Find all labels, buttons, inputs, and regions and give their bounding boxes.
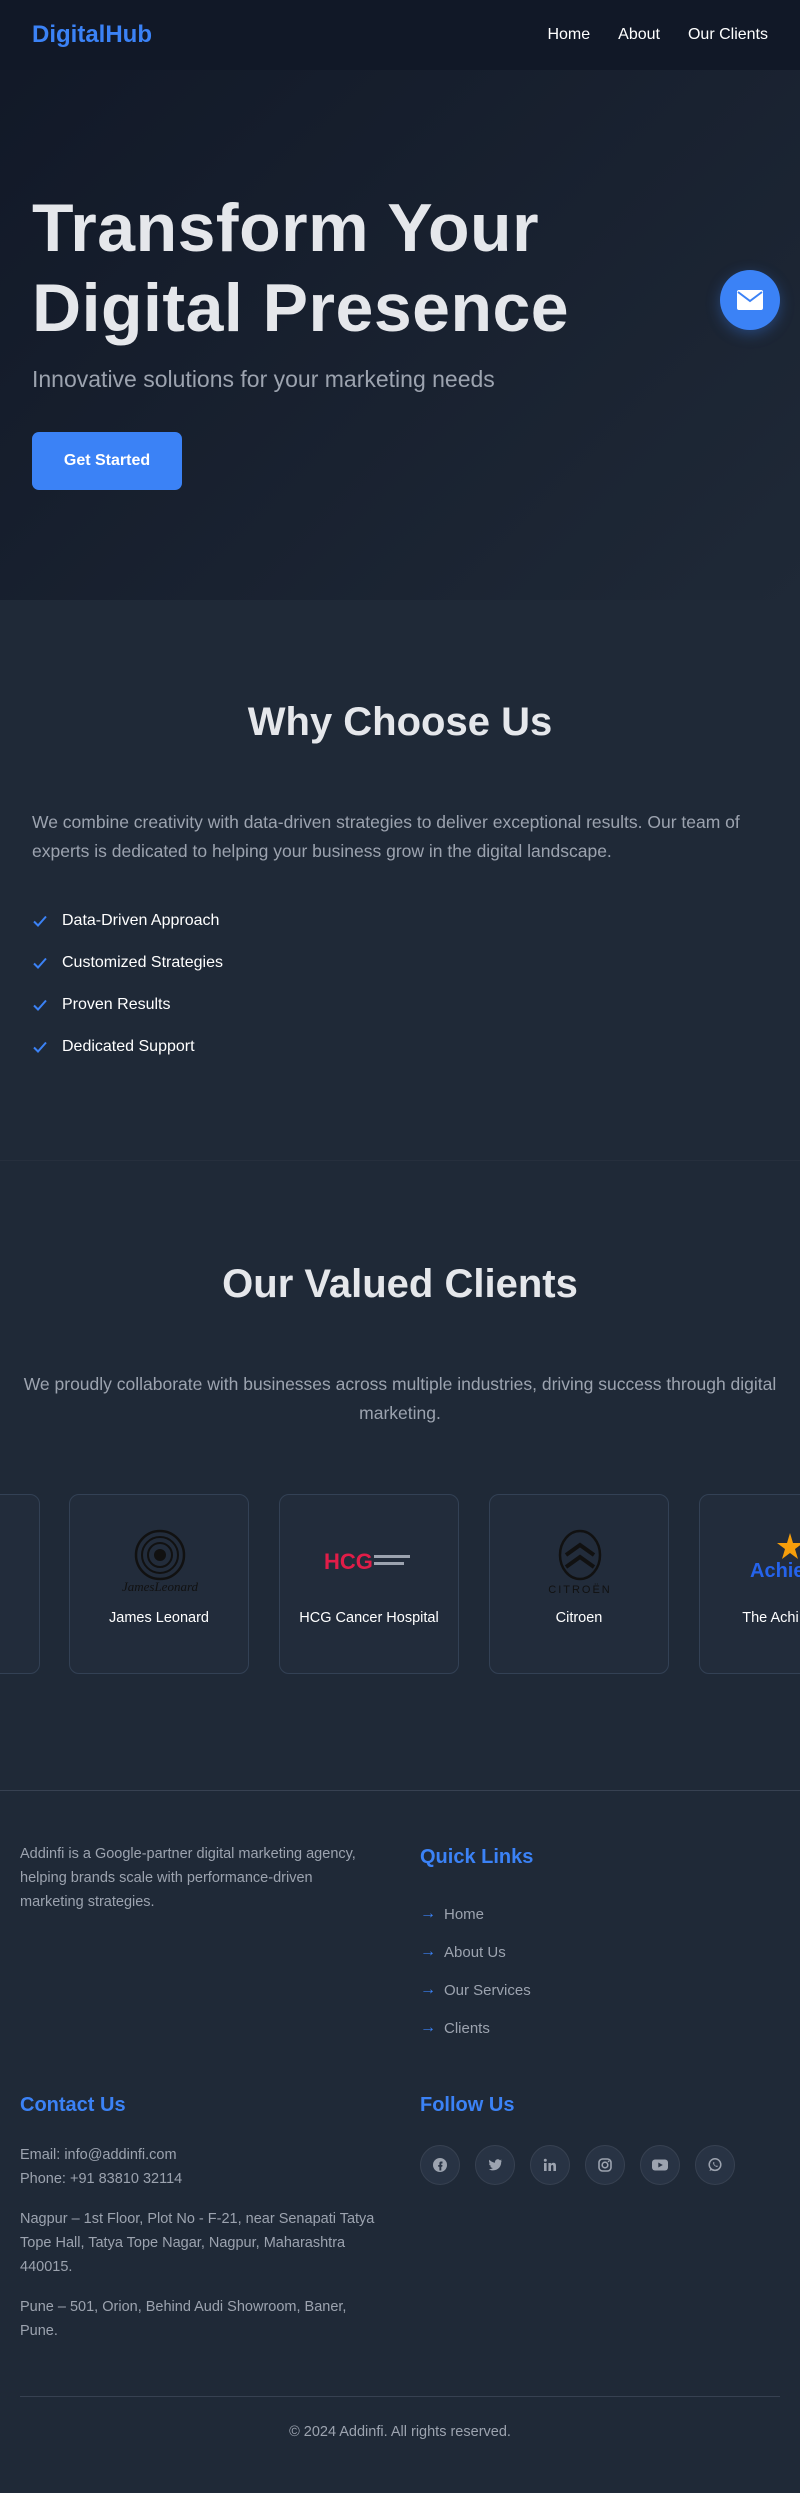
get-started-button[interactable]: Get Started — [32, 432, 182, 490]
feature-list: Data-Driven Approach Customized Strategi… — [32, 900, 223, 1068]
facebook-link[interactable] — [420, 2145, 460, 2185]
client-name: James Leonard — [109, 1610, 209, 1626]
linkedin-icon — [543, 2158, 556, 2171]
copyright-text: © 2024 Addinfi. All rights reserved. — [289, 2424, 511, 2440]
quick-links-list: → Home → About Us → Our Services → Clients — [420, 1895, 531, 2047]
feature-item: Customized Strategies — [32, 942, 223, 984]
contact-details: Email: info@addinfi.com Phone: +91 83810… — [20, 2143, 380, 2343]
svg-text:Achie: Achie — [750, 1560, 800, 1582]
nav-our-clients[interactable]: Our Clients — [688, 26, 768, 44]
check-icon — [33, 957, 47, 969]
linkedin-link[interactable] — [530, 2145, 570, 2185]
youtube-link[interactable] — [640, 2145, 680, 2185]
citroen-logo: CITROËN — [530, 1525, 630, 1597]
section-divider — [0, 1160, 800, 1161]
social-links — [420, 2145, 735, 2185]
check-icon — [33, 1041, 47, 1053]
feature-label: Customized Strategies — [62, 954, 223, 971]
james-leonard-logo: JamesLeonard — [110, 1525, 210, 1597]
arrow-right-icon: → — [420, 2019, 436, 2036]
svg-text:HCG: HCG — [324, 1549, 373, 1574]
feature-label: Proven Results — [62, 996, 171, 1013]
client-name: Citroen — [555, 1610, 603, 1626]
quick-link-about[interactable]: → About Us — [420, 1933, 531, 1971]
client-card-james-leonard[interactable]: JamesLeonard James Leonard — [69, 1494, 249, 1674]
whatsapp-icon — [708, 2158, 722, 2172]
hero-title-line1: Transform Your — [32, 190, 540, 266]
contact-email[interactable]: Email: info@addinfi.com — [20, 2143, 380, 2167]
feature-item: Dedicated Support — [32, 1026, 223, 1068]
quick-links-title: Quick Links — [420, 1846, 534, 1868]
contact-phone[interactable]: Phone: +91 83810 32114 — [20, 2167, 380, 2191]
hcg-logo: HCG — [320, 1525, 420, 1597]
clients-text: We proudly collaborate with businesses a… — [23, 1374, 777, 1423]
quick-link-clients[interactable]: → Clients — [420, 2009, 531, 2047]
hero-subtitle: Innovative solutions for your marketing … — [32, 366, 495, 392]
client-name: The Achi Scho — [742, 1610, 800, 1626]
check-icon — [33, 999, 47, 1011]
feature-label: Dedicated Support — [62, 1038, 195, 1055]
feature-item: Proven Results — [32, 984, 223, 1026]
main-nav: Home About Our Clients — [547, 26, 768, 44]
hero-title: Transform Your Digital Presence — [32, 188, 732, 348]
brand-logo[interactable]: DigitalHub — [32, 21, 152, 49]
arrow-right-icon: → — [420, 1943, 436, 1960]
footer-about: Addinfi is a Google-partner digital mark… — [20, 1846, 356, 1910]
why-choose-us-text: We combine creativity with data-driven s… — [32, 812, 740, 861]
facebook-icon — [433, 2158, 447, 2172]
contact-us-title: Contact Us — [20, 2094, 126, 2116]
hero-section: Transform Your Digital Presence Innovati… — [0, 0, 800, 600]
clients-title: Our Valued Clients — [222, 1262, 578, 1306]
footer-bottom-divider — [20, 2396, 780, 2397]
feature-item: Data-Driven Approach — [32, 900, 223, 942]
arrow-right-icon: → — [420, 1981, 436, 1998]
client-card-partial[interactable] — [0, 1494, 40, 1674]
feature-label: Data-Driven Approach — [62, 912, 220, 929]
quick-link-home[interactable]: → Home — [420, 1895, 531, 1933]
client-card-citroen[interactable]: CITROËN Citroen — [489, 1494, 669, 1674]
why-choose-us-title: Why Choose Us — [247, 700, 553, 744]
hero-title-line2: Digital Presence — [32, 270, 570, 346]
site-header: DigitalHub Home About Our Clients — [0, 0, 800, 70]
follow-us-title: Follow Us — [420, 2094, 515, 2116]
clients-carousel[interactable]: JamesLeonard James Leonard HCG HCG Cance… — [0, 1494, 800, 1676]
quick-link-services[interactable]: → Our Services — [420, 1971, 531, 2009]
arrow-right-icon: → — [420, 1905, 436, 1922]
whatsapp-link[interactable] — [695, 2145, 735, 2185]
youtube-icon — [652, 2159, 668, 2171]
envelope-icon — [737, 290, 763, 310]
contact-mail-button[interactable] — [720, 270, 780, 330]
nav-about[interactable]: About — [618, 26, 660, 44]
twitter-link[interactable] — [475, 2145, 515, 2185]
instagram-link[interactable] — [585, 2145, 625, 2185]
svg-text:CITROËN: CITROËN — [548, 1584, 612, 1596]
client-card-achievers[interactable]: Achie The Achi Scho — [699, 1494, 800, 1674]
instagram-icon — [598, 2158, 612, 2172]
twitter-icon — [488, 2159, 502, 2171]
client-name: HCG Cancer Hospital — [299, 1610, 439, 1626]
address-pune: Pune – 501, Orion, Behind Audi Showroom,… — [20, 2299, 347, 2339]
client-card-hcg[interactable]: HCG HCG Cancer Hospital — [279, 1494, 459, 1674]
address-nagpur: Nagpur – 1st Floor, Plot No - F-21, near… — [20, 2211, 375, 2275]
nav-home[interactable]: Home — [547, 26, 590, 44]
footer-divider — [0, 1790, 800, 1791]
svg-text:JamesLeonard: JamesLeonard — [122, 1579, 199, 1594]
check-icon — [33, 915, 47, 927]
achievers-logo: Achie — [740, 1525, 800, 1597]
